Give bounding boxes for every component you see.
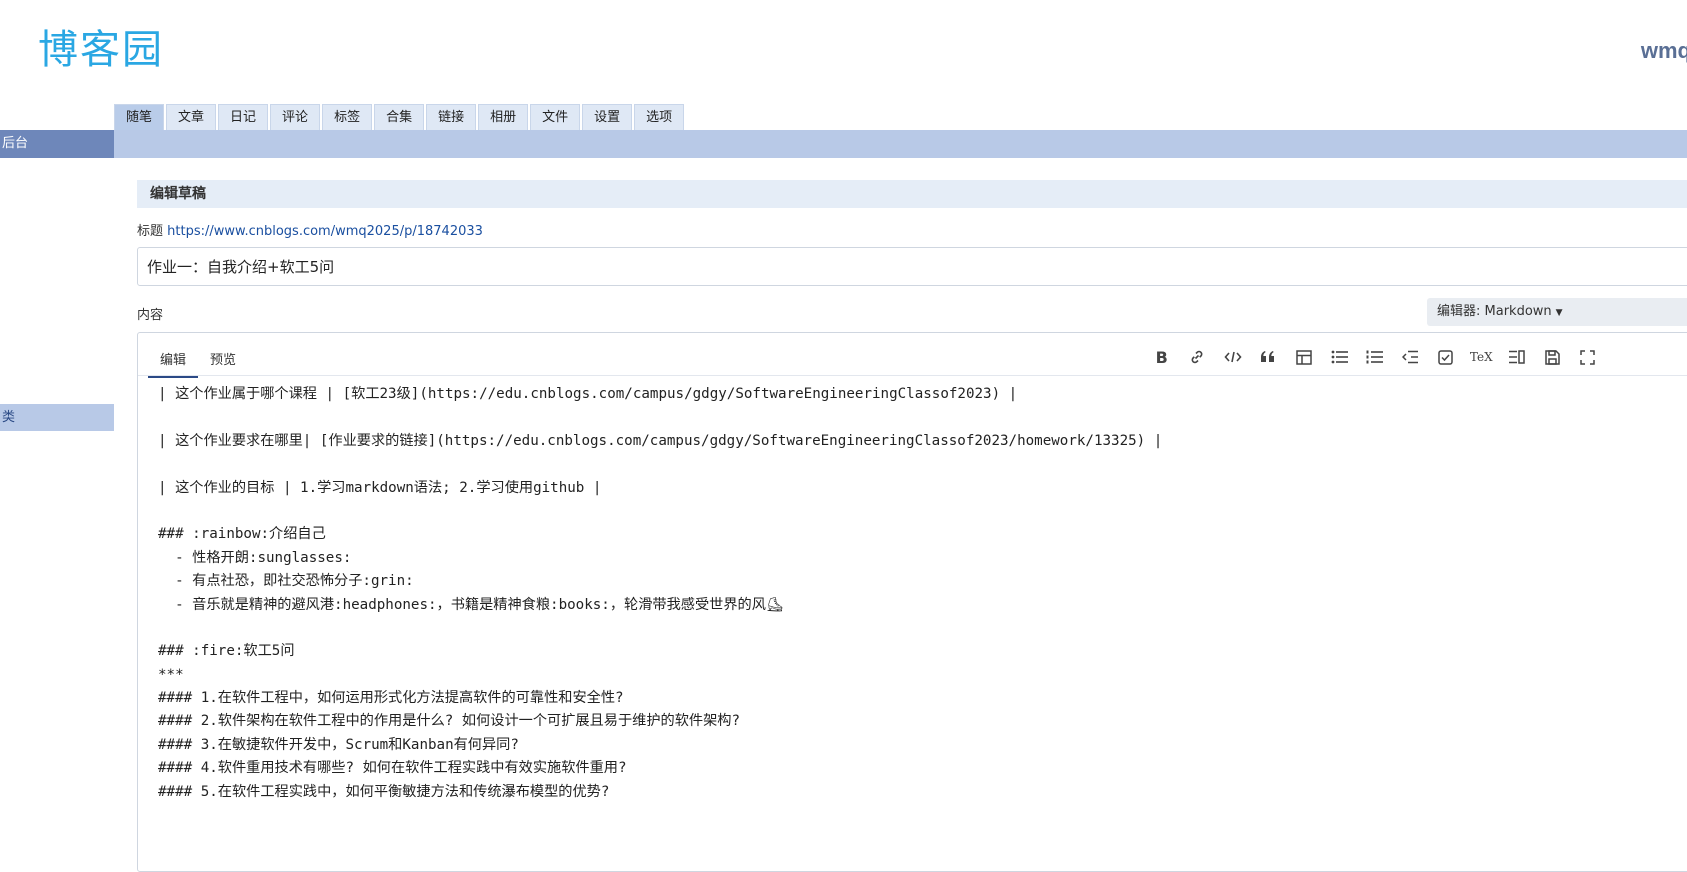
editor-line: ***	[158, 666, 184, 683]
editor-line: ### :rainbow:介绍自己	[158, 526, 326, 543]
tab-files[interactable]: 文件	[530, 104, 581, 131]
title-label-row: 标题 https://www.cnblogs.com/wmq2025/p/187…	[137, 220, 483, 239]
editor-line: #### 2.软件架构在软件工程中的作用是什么? 如何设计一个可扩展且易于维护的…	[158, 713, 740, 730]
fullscreen-icon[interactable]	[1570, 347, 1606, 367]
tab-settings[interactable]: 设置	[582, 104, 633, 131]
editor-line: #### 4.软件重用技术有哪些? 如何在软件工程实践中有效实施软件重用?	[158, 760, 627, 777]
markdown-text-area[interactable]: | 这个作业属于哪个课程 | [软工23级](https://edu.cnblo…	[158, 383, 1162, 804]
editor-line: - 音乐就是精神的避风港:headphones:，书籍是精神食粮:books:，…	[158, 596, 784, 613]
bullet-list-icon[interactable]	[1322, 347, 1358, 367]
content-label: 内容	[137, 308, 164, 323]
editor-tab-edit[interactable]: 编辑	[148, 345, 199, 378]
caret-down-icon: ▼	[1555, 308, 1563, 318]
toc-icon[interactable]	[1499, 347, 1535, 367]
checkbox-icon[interactable]	[1428, 347, 1464, 367]
editor-line: ### :fire:软工5问	[158, 643, 295, 660]
tab-diary[interactable]: 日记	[218, 104, 269, 131]
tab-articles[interactable]: 文章	[166, 104, 217, 131]
title-label: 标题	[137, 224, 164, 239]
title-input[interactable]	[137, 247, 1687, 286]
logo-text: 博客园	[38, 27, 164, 73]
editor-line: - 有点社恐，即社交恐怖分子:grin:	[158, 573, 414, 590]
code-icon[interactable]	[1215, 347, 1251, 367]
tex-icon[interactable]: TeX	[1464, 347, 1500, 367]
sidebar-item-category[interactable]: 类	[0, 404, 114, 431]
editor-line: #### 1.在软件工程中，如何运用形式化方法提高软件的可靠性和安全性?	[158, 690, 624, 707]
editor-type-dropdown[interactable]: 编辑器: Markdown ▼	[1427, 298, 1687, 326]
markdown-editor: 编辑 预览 B TeX | 这个作业属于哪个课程 | [软工23级](https…	[137, 332, 1687, 872]
editor-line: #### 3.在敏捷软件开发中，Scrum和Kanban有何异同?	[158, 736, 519, 753]
tab-tags[interactable]: 标签	[322, 104, 373, 131]
tab-options[interactable]: 选项	[634, 104, 685, 131]
table-icon[interactable]	[1286, 347, 1322, 367]
editor-line: | 这个作业的目标 | 1.学习markdown语法; 2.学习使用github…	[158, 479, 602, 496]
numbered-list-icon[interactable]	[1357, 347, 1393, 367]
header-band	[114, 130, 1687, 158]
section-title: 编辑草稿	[137, 180, 1687, 208]
main-nav-tabs: 随笔 文章 日记 评论 标签 合集 链接 相册 文件 设置 选项	[114, 104, 686, 131]
editor-type-label: 编辑器: Markdown	[1437, 304, 1552, 319]
outdent-icon[interactable]	[1393, 347, 1429, 367]
editor-toolbar: B TeX	[1144, 347, 1606, 367]
tab-posts[interactable]: 随笔	[114, 104, 165, 131]
post-url-link[interactable]: https://www.cnblogs.com/wmq2025/p/187420…	[167, 224, 483, 239]
editor-line: | 这个作业属于哪个课程 | [软工23级](https://edu.cnblo…	[158, 386, 1018, 402]
link-icon[interactable]	[1180, 347, 1216, 367]
tab-albums[interactable]: 相册	[478, 104, 529, 131]
editor-line: | 这个作业要求在哪里| [作业要求的链接](https://edu.cnblo…	[158, 432, 1163, 449]
save-icon[interactable]	[1535, 347, 1571, 367]
logo[interactable]: 博客园	[38, 22, 164, 73]
sidebar-heading[interactable]: 后台	[0, 130, 114, 158]
tab-comments[interactable]: 评论	[270, 104, 321, 131]
bold-icon[interactable]: B	[1144, 347, 1180, 367]
editor-divider	[138, 375, 1687, 376]
editor-line: #### 5.在软件工程实践中，如何平衡敏捷方法和传统瀑布模型的优势?	[158, 783, 610, 800]
user-name[interactable]: wmq	[1641, 38, 1687, 64]
tab-links[interactable]: 链接	[426, 104, 477, 131]
editor-tab-preview[interactable]: 预览	[198, 345, 248, 378]
editor-line: - 性格开朗:sunglasses:	[158, 549, 352, 566]
quote-icon[interactable]	[1251, 347, 1287, 367]
tab-collections[interactable]: 合集	[374, 104, 425, 131]
